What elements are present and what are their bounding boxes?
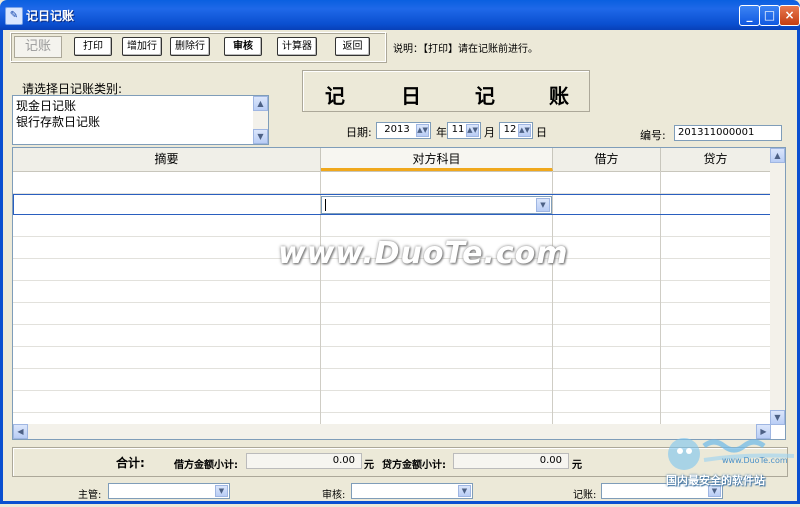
banner-char: 记: [325, 84, 345, 108]
year-spinner[interactable]: 2013 ▲▼: [376, 122, 431, 139]
review-select[interactable]: ▼: [351, 483, 473, 499]
supervisor-select[interactable]: ▼: [108, 483, 230, 499]
review-label: 审核:: [322, 490, 346, 501]
number-field[interactable]: 201311000001: [674, 125, 782, 141]
delete-row-button[interactable]: 删除行: [170, 37, 210, 56]
table-row[interactable]: [13, 391, 771, 413]
debit-unit: 元: [364, 460, 374, 471]
col-counter-account[interactable]: 对方科目: [321, 148, 553, 171]
banner-char: 账: [549, 84, 569, 108]
scroll-left-icon[interactable]: ◀: [13, 424, 28, 439]
scroll-down-icon[interactable]: ▼: [253, 129, 268, 144]
counter-account-combo[interactable]: ▼: [321, 196, 552, 214]
credit-unit: 元: [572, 460, 582, 471]
window-title: 记日记账: [26, 9, 75, 23]
add-row-button[interactable]: 增加行: [122, 37, 162, 56]
chevron-down-icon[interactable]: ▼: [215, 485, 228, 497]
jizhang-button[interactable]: 记账: [14, 36, 62, 58]
category-item-cash[interactable]: 现金日记账: [16, 97, 76, 114]
logo-url: www.DuoTe.com: [722, 456, 788, 465]
table-row[interactable]: [13, 215, 771, 237]
title-bar: ✎ 记日记账 _ □ ×: [0, 0, 800, 30]
day-spinner[interactable]: 12 ▲▼: [499, 122, 533, 139]
entry-grid[interactable]: 摘要 对方科目 借方 贷方 ▼ ▲ ▼ ◀ ▶: [12, 147, 786, 440]
review-button[interactable]: 审核: [224, 37, 262, 56]
scroll-up-icon[interactable]: ▲: [253, 96, 268, 111]
debit-subtotal-label: 借方金额小计:: [174, 460, 238, 471]
col-summary[interactable]: 摘要: [13, 148, 321, 171]
table-row[interactable]: [13, 303, 771, 325]
table-row[interactable]: [13, 325, 771, 347]
table-row[interactable]: [13, 369, 771, 391]
totals-label: 合计:: [116, 456, 145, 470]
title-banner: 记 日 记 账: [302, 70, 590, 112]
debit-subtotal-field: 0.00: [246, 453, 362, 469]
calculator-button[interactable]: 计算器: [277, 37, 317, 56]
duote-logo: www.DuoTe.com 国内最安全的软件站: [652, 418, 800, 504]
col-credit[interactable]: 贷方: [661, 148, 771, 171]
category-scrollbar[interactable]: ▲ ▼: [253, 96, 268, 144]
close-button[interactable]: ×: [779, 5, 800, 26]
category-list[interactable]: 现金日记账 银行存款日记账 ▲ ▼: [12, 95, 269, 145]
ledger-icon: ✎: [5, 7, 23, 25]
banner-char: 日: [401, 84, 421, 108]
table-row[interactable]: [13, 347, 771, 369]
day-value: 12: [503, 124, 517, 135]
day-unit: 日: [536, 126, 547, 139]
maximize-button[interactable]: □: [759, 5, 780, 26]
year-value: 2013: [384, 124, 410, 135]
month-value: 11: [451, 124, 465, 135]
return-button[interactable]: 返回: [335, 37, 370, 56]
spin-arrow-icon[interactable]: ▲▼: [416, 124, 429, 137]
date-label: 日期:: [346, 126, 372, 139]
month-unit: 月: [484, 126, 495, 139]
watermark: www.DuoTe.com: [278, 236, 569, 271]
logo-text: 国内最安全的软件站: [666, 474, 765, 487]
banner-char: 记: [475, 84, 495, 108]
chevron-down-icon[interactable]: ▼: [536, 198, 550, 212]
col-debit[interactable]: 借方: [553, 148, 661, 171]
minimize-button[interactable]: _: [739, 5, 760, 26]
print-note: 说明：【打印】请在记账前进行。: [393, 44, 538, 55]
spin-arrow-icon[interactable]: ▲▼: [466, 124, 479, 137]
grid-header: 摘要 对方科目 借方 贷方: [13, 148, 771, 172]
category-item-bank[interactable]: 银行存款日记账: [16, 113, 100, 130]
table-row[interactable]: [13, 172, 771, 194]
chevron-down-icon[interactable]: ▼: [458, 485, 471, 497]
month-spinner[interactable]: 11 ▲▼: [447, 122, 481, 139]
credit-subtotal-label: 贷方金额小计:: [382, 460, 446, 471]
number-label: 编号:: [640, 129, 666, 142]
table-row[interactable]: [13, 281, 771, 303]
print-button[interactable]: 打印: [74, 37, 112, 56]
spin-arrow-icon[interactable]: ▲▼: [518, 124, 531, 137]
year-unit: 年: [436, 126, 447, 139]
supervisor-label: 主管:: [78, 490, 102, 501]
bookkeeper-label: 记账:: [573, 490, 597, 501]
text-caret: [325, 199, 326, 211]
scroll-up-icon[interactable]: ▲: [770, 148, 785, 163]
credit-subtotal-field: 0.00: [453, 453, 569, 469]
grid-vertical-scrollbar[interactable]: ▲ ▼: [770, 148, 785, 425]
